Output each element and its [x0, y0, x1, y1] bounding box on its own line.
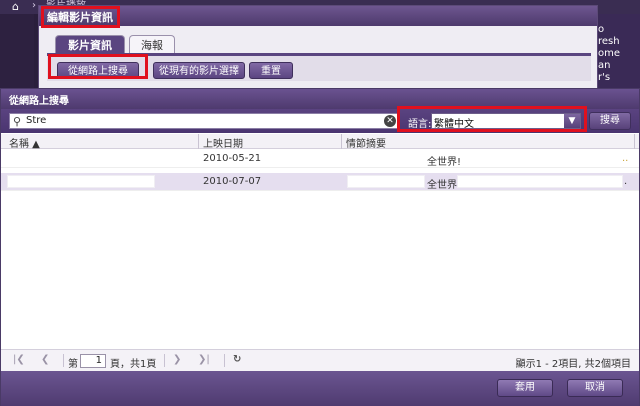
reset-button[interactable]: 重置: [249, 62, 293, 79]
page-number-input[interactable]: 1: [80, 354, 106, 368]
edit-window-titlebar: 編輯影片資訊: [39, 6, 597, 26]
column-header-synopsis[interactable]: 情節摘要: [346, 135, 386, 150]
cancel-button[interactable]: 取消: [567, 379, 623, 397]
background-right-text: o resh ome an r's: [598, 24, 621, 83]
pager-divider: [224, 354, 225, 367]
column-divider[interactable]: [341, 134, 342, 149]
column-divider[interactable]: [198, 134, 199, 149]
first-page-icon[interactable]: |❮: [13, 354, 25, 365]
table-row[interactable]: 2010-05-21 全世界! ..: [1, 150, 639, 168]
apply-button[interactable]: 套用: [497, 379, 553, 397]
table-row[interactable]: 2010-07-07 全世界! .: [1, 173, 639, 191]
page-total-label: 頁，共1頁: [110, 359, 157, 370]
dialog-title: 從網路上搜尋: [9, 96, 69, 107]
search-online-dialog: 從網路上搜尋 ⚲ Stre ✕ 語言: 繁體中文 ▼ 搜尋 名稱 ▲ 上映日期 …: [0, 88, 640, 406]
column-divider[interactable]: [634, 134, 635, 149]
previous-page-icon[interactable]: ❮: [41, 354, 49, 365]
clear-icon[interactable]: ✕: [384, 115, 396, 127]
column-header-release-date[interactable]: 上映日期: [203, 135, 243, 150]
column-header-name[interactable]: 名稱 ▲: [9, 135, 40, 150]
home-icon[interactable]: ⌂: [12, 0, 19, 13]
pagination-bar: |❮ ❮ 第 1 頁，共1頁 ❯ ❯| ↻ 顯示1 - 2項目, 共2個項目: [1, 349, 639, 371]
choose-existing-video-button[interactable]: 從現有的影片選擇: [153, 62, 245, 79]
dialog-footer: 套用 取消: [1, 371, 639, 406]
next-page-icon[interactable]: ❯: [173, 354, 181, 365]
redacted-name: [7, 175, 155, 188]
pager-divider: [63, 354, 64, 367]
breadcrumb-separator-icon: ›: [32, 0, 36, 11]
row-release-date: 2010-07-07: [203, 176, 262, 187]
row-synopsis: 全世界!: [427, 180, 462, 191]
pagination-status: 顯示1 - 2項目, 共2個項目: [515, 359, 631, 370]
highlight-box-language: [397, 106, 587, 132]
results-table-header: 名稱 ▲ 上映日期 情節摘要: [1, 134, 639, 150]
highlight-box-search-online: [48, 54, 148, 79]
search-input-value: Stre: [26, 115, 47, 126]
pager-divider: [164, 354, 165, 367]
last-page-icon[interactable]: ❯|: [198, 354, 210, 365]
tab-poster[interactable]: 海報: [129, 35, 175, 54]
row-release-date: 2010-05-21: [203, 153, 262, 164]
tab-video-info[interactable]: 影片資訊: [55, 35, 125, 54]
row-synopsis-overflow: ..: [622, 153, 629, 164]
page-label: 第: [68, 359, 78, 370]
row-synopsis-overflow: .: [624, 176, 628, 187]
search-icon: ⚲: [13, 115, 22, 128]
row-synopsis: 全世界!: [427, 157, 462, 168]
search-button[interactable]: 搜尋: [589, 112, 631, 130]
search-input[interactable]: ⚲ Stre ✕: [9, 113, 399, 129]
redacted-synopsis: [457, 175, 623, 188]
refresh-icon[interactable]: ↻: [233, 354, 241, 365]
highlight-box-edit-title: [41, 6, 120, 28]
redacted-synopsis: [347, 175, 425, 188]
